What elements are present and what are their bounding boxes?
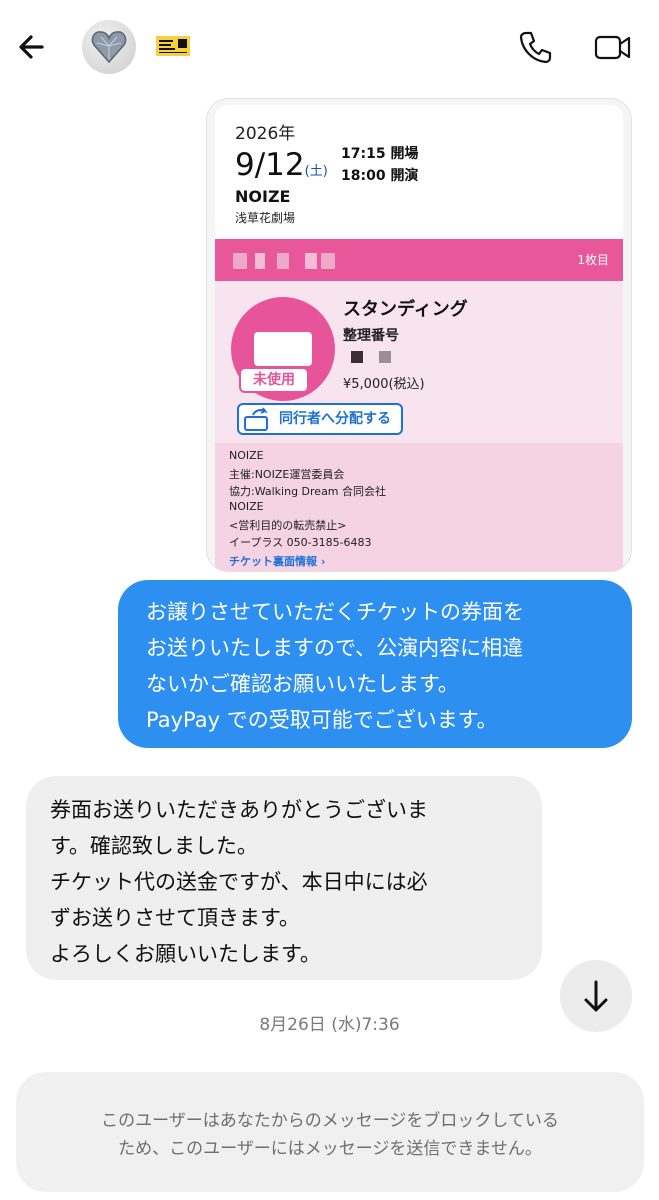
message-line: 券面お送りいただきありがとうございま (50, 798, 428, 822)
message-line: ないかご確認お願いいたします。 (146, 672, 459, 696)
outgoing-message-bubble[interactable]: お譲りさせていただくチケットの券面を お送りいたしますので、公演内容に相違 ない… (118, 580, 632, 748)
redacted-block (379, 351, 391, 363)
ticket-year: 2026年 (235, 124, 296, 144)
info-line: <営利目的の転売禁止> (229, 519, 347, 532)
ticket-artist: NOIZE (235, 187, 291, 206)
redacted-block (233, 253, 247, 269)
message-line: よろしくお願いいたします。 (50, 942, 321, 966)
back-info-link[interactable]: チケット裏面情報 › (229, 553, 325, 569)
ticket-price: ¥5,000(税込) (343, 377, 425, 392)
message-line: す。確認致しました。 (50, 834, 258, 858)
redacted-block (255, 253, 265, 269)
redacted-block (351, 351, 363, 363)
message-line: お譲りさせていただくチケットの券面を (146, 600, 524, 624)
message-timestamp: 8月26日 (水)7:36 (259, 1015, 400, 1035)
ticket-start-time: 18:00 開演 (341, 168, 419, 184)
ticket-venue: 浅草花劇場 (235, 211, 296, 225)
back-arrow-icon[interactable] (12, 26, 54, 68)
ticket-status-badge: 未使用 (239, 367, 309, 393)
blocked-notice-line: このユーザーはあなたからのメッセージをブロックしている (101, 1111, 559, 1131)
share-button-label: 同行者へ分配する (279, 411, 391, 427)
message-line: ずお送りさせて頂きます。 (50, 906, 300, 930)
contact-avatar[interactable] (82, 20, 136, 74)
message-line: PayPay での受取可能でございます。 (146, 708, 498, 732)
redacted-block (305, 253, 317, 269)
message-line: チケット代の送金ですが、本日中には必 (50, 870, 428, 894)
info-line: NOIZE (229, 500, 264, 513)
info-line: NOIZE (229, 449, 264, 462)
seat-type: スタンディング (343, 299, 468, 320)
heart-icon (91, 31, 127, 64)
share-ticket-icon (244, 407, 268, 431)
message-line: お送りいたしますので、公演内容に相違 (146, 636, 524, 660)
seat-number-label: 整理番号 (343, 328, 399, 344)
incoming-message-bubble[interactable]: 券面お送りいただきありがとうございま す。確認致しました。 チケット代の送金です… (26, 776, 542, 980)
ticket-info-section: NOIZE 主催:NOIZE運営委員会 協力:Walking Dream 合同会… (215, 443, 623, 571)
blocked-notice-line: ため、このユーザーにはメッセージを送信できません。 (118, 1139, 542, 1159)
chat-header (0, 0, 659, 96)
redacted-block (277, 253, 289, 269)
ticket-image[interactable]: 2026年 9/12(土) 17:15 開場 18:00 開演 NOIZE 浅草… (206, 98, 632, 572)
info-line: 協力:Walking Dream 合同会社 (229, 485, 387, 498)
blocked-notice: このユーザーはあなたからのメッセージをブロックしている ため、このユーザーにはメ… (16, 1072, 644, 1192)
ticket-count: 1枚目 (577, 253, 609, 267)
info-line: 主催:NOIZE運営委員会 (229, 468, 345, 481)
ticket-open-time: 17:15 開場 (341, 146, 419, 162)
ticket-pink-bar: 1枚目 (215, 239, 623, 281)
phone-icon[interactable] (514, 26, 556, 68)
ticket-badge-icon (156, 36, 190, 56)
ticket-seat-section: 未使用 スタンディング 整理番号 ¥5,000(税込) 同行者へ分配する (215, 281, 623, 443)
ticket-date: 9/12(土) (235, 147, 328, 183)
redacted-block (321, 253, 335, 269)
video-camera-icon[interactable] (592, 26, 634, 68)
info-line: イープラス 050-3185-6483 (229, 536, 372, 549)
share-with-companion-button[interactable]: 同行者へ分配する (237, 403, 403, 435)
